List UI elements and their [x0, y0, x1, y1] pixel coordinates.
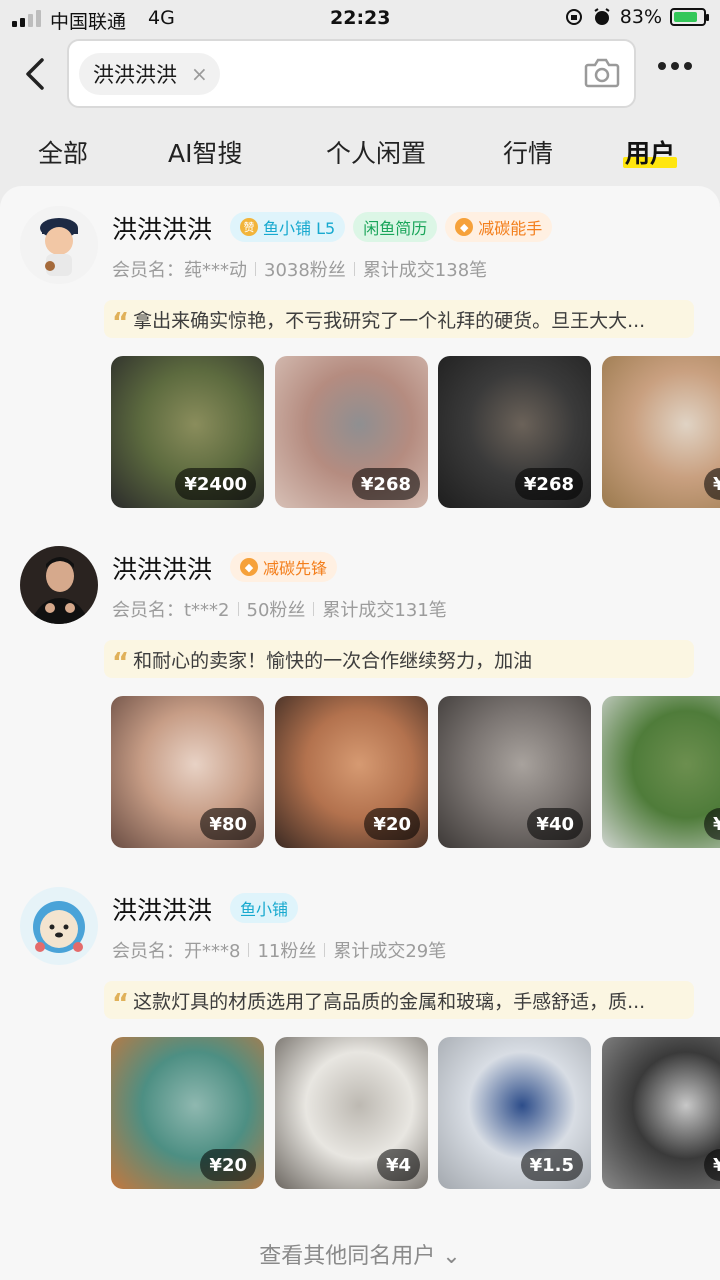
search-query-text: 洪洪洪洪: [93, 63, 177, 87]
clock: 22:23: [330, 7, 391, 29]
search-query-chip[interactable]: 洪洪洪洪 ×: [79, 53, 220, 95]
review-snippet: “和耐心的卖家！愉快的一次合作继续努力，加油: [104, 640, 694, 678]
user-card[interactable]: 洪洪洪洪 赞 鱼小铺 L5 闲鱼简历 ◆ 减碳能手 会员名：莼***动 3038…: [0, 186, 720, 526]
item-thumbnail[interactable]: ¥4: [275, 1037, 428, 1189]
item-thumbnail[interactable]: ¥5: [602, 696, 720, 848]
user-name: 洪洪洪洪: [112, 896, 213, 925]
quote-icon: “: [112, 648, 130, 678]
carbon-icon: ◆: [455, 218, 474, 236]
quote-icon: “: [112, 308, 130, 338]
item-thumbnail[interactable]: ¥20: [111, 1037, 264, 1189]
tab-personal-idle[interactable]: 个人闲置: [326, 134, 426, 170]
carbon-badge: ◆ 减碳先锋: [230, 552, 338, 582]
badge-group: 赞 鱼小铺 L5 闲鱼简历 ◆ 减碳能手: [230, 212, 553, 242]
clear-query-icon[interactable]: ×: [191, 62, 208, 86]
tab-all[interactable]: 全部: [38, 134, 88, 170]
back-icon[interactable]: [20, 56, 52, 92]
user-card[interactable]: 洪洪洪洪 鱼小铺 会员名：开***8 11粉丝 累计成交29笔 “这款灯具的材质…: [0, 867, 720, 1207]
item-thumbnails: ¥80 ¥20 ¥40 ¥5: [111, 696, 720, 848]
user-meta: 会员名：t***2 50粉丝 累计成交131笔: [112, 596, 447, 622]
item-price: ¥2400: [175, 468, 256, 500]
shop-badge: 鱼小铺: [230, 893, 299, 923]
battery-icon: [670, 8, 709, 26]
item-price: ¥20: [364, 808, 420, 840]
chevron-down-icon: ⌄: [435, 1244, 461, 1269]
deal-count: 累计成交29笔: [333, 941, 447, 962]
item-thumbnail[interactable]: ¥2400: [111, 356, 264, 508]
item-thumbnail[interactable]: ¥20: [275, 696, 428, 848]
alarm-icon: [594, 8, 610, 25]
battery-percent: 83%: [619, 6, 662, 28]
item-thumbnail[interactable]: ¥80: [111, 696, 264, 848]
item-price: ¥1.5: [520, 1149, 583, 1181]
user-name: 洪洪洪洪: [112, 215, 213, 244]
badge-group: 鱼小铺: [230, 893, 299, 923]
member-name: 会员名：t***2: [112, 600, 230, 621]
like-icon: 赞: [240, 218, 258, 236]
badge-group: ◆ 减碳先锋: [230, 552, 338, 582]
status-bar: 中国联通 4G 22:23 83%: [0, 0, 720, 36]
item-thumbnails: ¥2400 ¥268 ¥268 ¥2: [111, 356, 720, 508]
camera-icon[interactable]: [584, 57, 620, 89]
rotation-lock-icon: [565, 9, 582, 25]
avatar[interactable]: [20, 546, 98, 624]
carrier-label: 中国联通: [50, 11, 127, 33]
view-other-users-link[interactable]: 查看其他同名用户 ⌄: [0, 1238, 720, 1270]
shop-level-badge: 赞 鱼小铺 L5: [230, 212, 346, 242]
item-price: ¥40: [527, 808, 583, 840]
deal-count: 累计成交131笔: [322, 600, 447, 621]
fans-count: 11粉丝: [257, 941, 317, 962]
item-thumbnail[interactable]: ¥2: [602, 1037, 720, 1189]
item-thumbnail[interactable]: ¥1.5: [438, 1037, 591, 1189]
results-panel: 洪洪洪洪 赞 鱼小铺 L5 闲鱼简历 ◆ 减碳能手 会员名：莼***动 3038…: [0, 186, 720, 1280]
avatar[interactable]: [20, 206, 98, 284]
tab-bar: 全部 AI智搜 个人闲置 行情 用户: [0, 126, 720, 176]
item-thumbnails: ¥20 ¥4 ¥1.5 ¥2: [111, 1037, 720, 1189]
item-thumbnail[interactable]: ¥268: [275, 356, 428, 508]
quote-icon: “: [112, 989, 130, 1019]
item-thumbnail[interactable]: ¥268: [438, 356, 591, 508]
item-price: ¥20: [200, 1149, 256, 1181]
deal-count: 累计成交138笔: [362, 260, 488, 281]
signal-icon: [12, 10, 41, 27]
item-price: ¥2: [703, 468, 720, 500]
fans-count: 50粉丝: [246, 600, 306, 621]
carbon-badge: ◆ 减碳能手: [445, 212, 553, 242]
resume-badge: 闲鱼简历: [353, 212, 438, 242]
tab-ai-search[interactable]: AI智搜: [168, 134, 242, 170]
item-price: ¥268: [351, 468, 420, 500]
fans-count: 3038粉丝: [264, 260, 346, 281]
review-snippet: “这款灯具的材质选用了高品质的金属和玻璃，手感舒适，质...: [104, 981, 694, 1019]
item-price: ¥5: [703, 808, 720, 840]
tab-market[interactable]: 行情: [503, 134, 553, 170]
user-meta: 会员名：莼***动 3038粉丝 累计成交138笔: [112, 256, 487, 282]
search-box[interactable]: 洪洪洪洪 ×: [67, 39, 636, 108]
user-meta: 会员名：开***8 11粉丝 累计成交29笔: [112, 937, 446, 963]
tab-users[interactable]: 用户: [622, 134, 678, 170]
item-price: ¥2: [703, 1149, 720, 1181]
user-name: 洪洪洪洪: [112, 555, 213, 584]
carbon-icon: ◆: [240, 558, 258, 576]
item-price: ¥4: [376, 1149, 420, 1181]
member-name: 会员名：开***8: [112, 941, 241, 962]
member-name: 会员名：莼***动: [112, 260, 247, 281]
more-options-icon[interactable]: [658, 62, 692, 70]
item-price: ¥268: [514, 468, 583, 500]
review-snippet: “拿出来确实惊艳，不亏我研究了一个礼拜的硬货。旦王大大...: [104, 300, 694, 338]
network-label: 4G: [148, 7, 175, 29]
item-thumbnail[interactable]: ¥2: [602, 356, 720, 508]
avatar[interactable]: [20, 887, 98, 965]
item-thumbnail[interactable]: ¥40: [438, 696, 591, 848]
item-price: ¥80: [200, 808, 256, 840]
user-card[interactable]: 洪洪洪洪 ◆ 减碳先锋 会员名：t***2 50粉丝 累计成交131笔 “和耐心…: [0, 526, 720, 866]
